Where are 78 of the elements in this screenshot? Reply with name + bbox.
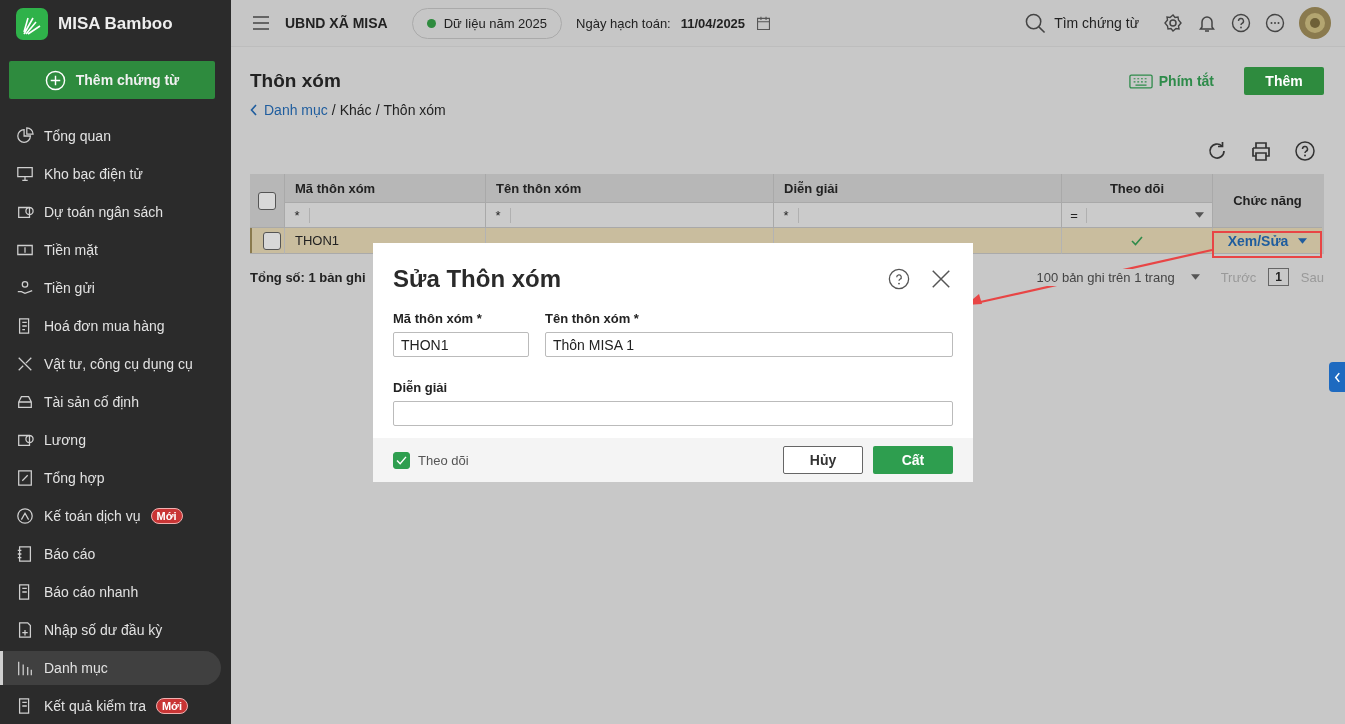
sidebar-item[interactable]: Tiền mặt xyxy=(0,233,221,267)
total-count: Tổng số: 1 bản ghi xyxy=(250,269,366,285)
hand-coin-icon xyxy=(16,279,34,297)
filter-field[interactable]: * xyxy=(774,203,1062,228)
checkmark-icon xyxy=(396,455,407,465)
add-voucher-button[interactable]: Thêm chứng từ xyxy=(9,61,215,99)
page-title: Thôn xóm xyxy=(250,70,342,92)
side-panel-tab[interactable] xyxy=(1329,362,1345,392)
menu-icon[interactable] xyxy=(251,13,271,33)
dropdown-caret-icon[interactable] xyxy=(1190,274,1200,280)
sidebar-item[interactable]: Dự toán ngân sách xyxy=(0,195,221,229)
breadcrumb-item: Thôn xóm xyxy=(383,102,446,118)
monitor-icon xyxy=(16,165,34,183)
cancel-button[interactable]: Hủy xyxy=(783,446,863,474)
posting-date-label: Ngày hạch toán: xyxy=(576,15,671,31)
pie-chart-icon xyxy=(16,127,34,145)
back-chevron-icon[interactable] xyxy=(250,104,258,116)
filter-field[interactable]: = xyxy=(1062,203,1213,228)
sidebar-item[interactable]: Lương xyxy=(0,423,221,457)
sidebar-item[interactable]: Kết quả kiểm tra Mới xyxy=(0,689,221,723)
search-button[interactable]: Tìm chứng từ xyxy=(1025,12,1139,34)
sidebar-item[interactable]: Tài sản cố định xyxy=(0,385,221,419)
help-icon[interactable] xyxy=(888,268,910,290)
search-icon xyxy=(1025,12,1047,34)
breadcrumb-item: Khác xyxy=(339,102,372,118)
breadcrumb-link[interactable]: Danh mục xyxy=(264,102,328,118)
bamboo-logo-icon xyxy=(16,8,48,40)
sidebar-item[interactable]: Tổng quan xyxy=(0,119,221,153)
new-badge: Mới xyxy=(155,698,188,714)
sidebar-item[interactable]: Báo cáo nhanh xyxy=(0,575,221,609)
filter-field[interactable]: * xyxy=(285,203,486,228)
field-label: Tên thôn xóm * xyxy=(545,311,640,326)
more-icon[interactable] xyxy=(1265,13,1285,33)
field-label: Diễn giải xyxy=(393,379,449,395)
input-field[interactable] xyxy=(393,400,953,426)
input-field[interactable]: Thôn MISA 1 xyxy=(545,332,953,357)
sidebar-item[interactable]: Hoá đơn mua hàng xyxy=(0,309,221,343)
sidebar-item[interactable]: Tổng hợp xyxy=(0,461,221,495)
app-name: MISA Bamboo xyxy=(58,14,173,34)
settings-icon[interactable] xyxy=(1163,13,1183,33)
refresh-icon[interactable] xyxy=(1206,140,1228,162)
posting-date: 11/04/2025 xyxy=(680,15,746,31)
organization-name: UBND XÃ MISA xyxy=(285,15,388,31)
calendar-icon[interactable] xyxy=(755,14,773,32)
bell-icon[interactable] xyxy=(1197,13,1217,33)
page-number[interactable]: 1 xyxy=(1268,268,1289,286)
file-plus-icon xyxy=(16,621,34,639)
plus-circle-icon xyxy=(44,69,66,91)
breadcrumb-separator: / xyxy=(331,102,336,118)
sidebar-item[interactable]: Báo cáo xyxy=(0,537,221,571)
breadcrumb-separator: / xyxy=(375,102,380,118)
printer-icon[interactable] xyxy=(1250,140,1272,162)
help-icon[interactable] xyxy=(1231,13,1251,33)
add-button[interactable]: Thêm xyxy=(1244,67,1324,95)
row-checkbox[interactable] xyxy=(263,231,281,250)
chevron-left-icon[interactable] xyxy=(1333,371,1341,383)
help-icon[interactable] xyxy=(1294,140,1316,162)
filter-field[interactable]: * xyxy=(486,203,774,228)
sidebar-item[interactable]: Danh mục xyxy=(0,651,221,685)
caret-icon[interactable] xyxy=(1298,237,1308,244)
keyboard-icon xyxy=(1128,73,1153,89)
sidebar-item[interactable]: Vật tư, công cụ dụng cụ xyxy=(0,347,221,381)
tracked-checkbox[interactable] xyxy=(393,451,410,469)
checkbox-label: Theo dõi xyxy=(418,452,469,468)
ledger-icon xyxy=(16,545,34,563)
select-all-checkbox[interactable] xyxy=(258,191,276,210)
close-icon[interactable] xyxy=(930,268,952,290)
sidebar-item[interactable]: Kho bạc điện tử xyxy=(0,157,221,191)
avatar[interactable] xyxy=(1299,7,1331,39)
bar-chart-icon xyxy=(16,659,34,677)
sidebar-item[interactable]: Tiền gửi xyxy=(0,271,221,305)
field-label: Mã thôn xóm * xyxy=(393,311,483,326)
dialog-title: Sửa Thôn xóm xyxy=(393,265,563,293)
sidebar-item[interactable]: Kế toán dịch vụ Mới xyxy=(0,499,221,533)
input-field[interactable]: THON1 xyxy=(393,332,529,357)
dropdown-caret-icon[interactable] xyxy=(1195,212,1204,218)
new-badge: Mới xyxy=(150,508,183,524)
sidebar-item[interactable]: Nhập số dư đầu kỳ xyxy=(0,613,221,647)
